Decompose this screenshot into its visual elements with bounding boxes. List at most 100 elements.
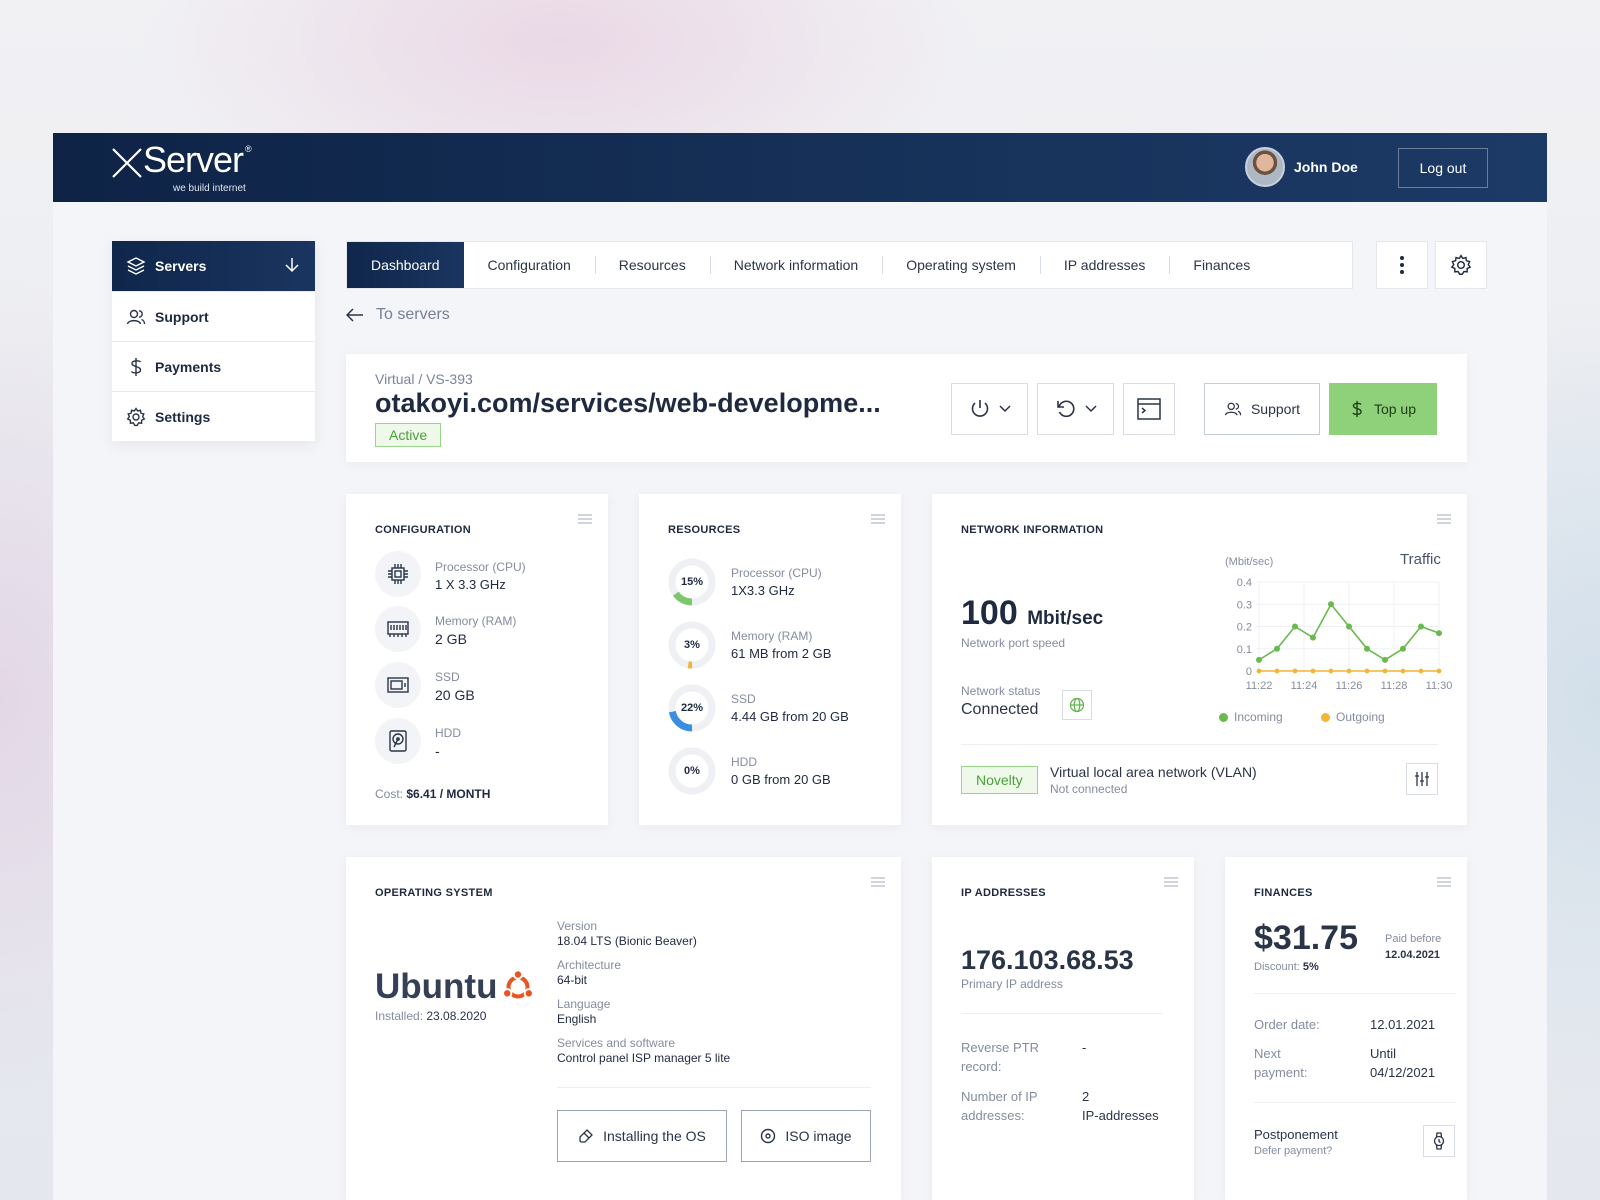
globe-button[interactable] xyxy=(1062,690,1092,720)
card-title: CONFIGURATION xyxy=(375,524,471,536)
menu-icon[interactable] xyxy=(871,877,885,887)
users-icon xyxy=(1224,402,1242,416)
data-point xyxy=(1256,668,1262,674)
finances-card: FINANCES $31.75 Discount: 5% Paid before… xyxy=(1225,857,1467,1200)
data-point xyxy=(1310,634,1316,641)
os-detail-label: Architecture xyxy=(557,958,622,972)
avatar xyxy=(1245,147,1285,187)
data-point xyxy=(1346,668,1352,674)
iso-image-label: ISO image xyxy=(785,1128,852,1144)
arrow-down-icon xyxy=(285,258,299,273)
user-menu[interactable]: John Doe xyxy=(1245,147,1358,187)
install-date-value: 23.08.2020 xyxy=(426,1009,487,1023)
next-payment-value-line: 04/12/2021 xyxy=(1370,1065,1436,1080)
tab-finances[interactable]: Finances xyxy=(1169,242,1274,288)
os-detail-label: Services and software xyxy=(557,1036,676,1050)
power-menu-button[interactable] xyxy=(951,383,1028,435)
y-tick-label: 0.3 xyxy=(1237,599,1252,611)
install-date: Installed: 23.08.2020 xyxy=(375,1009,486,1023)
divider xyxy=(557,1087,871,1088)
menu-icon[interactable] xyxy=(1437,514,1451,524)
menu-icon[interactable] xyxy=(1437,877,1451,887)
card-title: NETWORK INFORMATION xyxy=(961,524,1104,536)
x-tick-label: 11:28 xyxy=(1381,680,1408,692)
tab-configuration[interactable]: Configuration xyxy=(464,242,595,288)
tab-ip-addresses[interactable]: IP addresses xyxy=(1039,242,1169,288)
data-point xyxy=(1310,668,1316,674)
usage-ring: 3% xyxy=(668,621,716,669)
resource-value: 4.44 GB from 20 GB xyxy=(731,709,849,724)
config-item: Processor (CPU) 1 X 3.3 GHz xyxy=(375,551,526,597)
ip-addresses-card: IP ADDRESSES 176.103.68.53 Primary IP ad… xyxy=(932,857,1194,1200)
support-button[interactable]: Support xyxy=(1204,383,1320,435)
restart-menu-button[interactable] xyxy=(1037,383,1114,435)
menu-icon[interactable] xyxy=(578,514,592,524)
users-icon xyxy=(126,307,146,327)
next-payment-value: Until 04/12/2021 xyxy=(1370,1044,1435,1082)
legend-label: Incoming xyxy=(1234,710,1283,724)
data-point xyxy=(1292,668,1298,674)
os-logo: Ubuntu xyxy=(375,967,535,1007)
sidebar-item-servers[interactable]: Servers xyxy=(112,241,315,291)
iso-image-button[interactable]: ISO image xyxy=(741,1110,871,1162)
next-payment-label-line: payment: xyxy=(1254,1065,1308,1080)
next-payment-label: Next payment: xyxy=(1254,1044,1307,1082)
next-payment-label-line: Next xyxy=(1254,1046,1281,1061)
tab-operating-system[interactable]: Operating system xyxy=(882,242,1040,288)
sidebar-item-settings[interactable]: Settings xyxy=(112,391,315,441)
usage-ring: 15% xyxy=(668,558,716,606)
chart-title: Traffic xyxy=(1400,551,1441,568)
sidebar-item-payments[interactable]: Payments xyxy=(112,341,315,391)
legend-dot xyxy=(1321,712,1330,722)
install-date-label: Installed: xyxy=(375,1009,424,1023)
network-status-label: Network status xyxy=(961,684,1041,698)
postponement-button[interactable] xyxy=(1423,1125,1455,1157)
card-title: FINANCES xyxy=(1254,887,1313,899)
order-date-value: 12.01.2021 xyxy=(1370,1017,1436,1032)
tab-network-information[interactable]: Network information xyxy=(709,242,883,288)
status-badge: Active xyxy=(375,423,442,447)
ssd-icon xyxy=(375,662,421,708)
card-title: RESOURCES xyxy=(668,524,741,536)
data-point xyxy=(1382,656,1388,663)
power-icon xyxy=(971,400,988,417)
data-point xyxy=(1382,668,1388,674)
menu-icon[interactable] xyxy=(1164,877,1178,887)
port-speed-unit: Mbit/sec xyxy=(1027,608,1104,629)
top-bar: Server ® we build internet John Doe Log o… xyxy=(53,133,1547,202)
traffic-chart: 0 0.1 0.2 0.3 0.4 11:22 11:24 11:26 11:28 11:30 xyxy=(1237,577,1452,692)
top-up-button[interactable]: Top up xyxy=(1329,383,1437,435)
console-button[interactable] xyxy=(1123,383,1175,435)
menu-icon[interactable] xyxy=(871,514,885,524)
data-point xyxy=(1256,656,1262,663)
ip-count-label-line: addresses: xyxy=(961,1108,1025,1123)
tab-resources[interactable]: Resources xyxy=(594,242,710,288)
sidebar-item-support[interactable]: Support xyxy=(112,291,315,341)
os-detail-label: Language xyxy=(557,997,611,1011)
discount: Discount: 5% xyxy=(1254,961,1319,973)
cpu-icon xyxy=(375,551,421,597)
brand-mark: ® xyxy=(245,144,252,154)
back-link-label: To servers xyxy=(376,306,450,323)
data-point xyxy=(1364,645,1370,652)
vlan-settings-button[interactable] xyxy=(1406,763,1438,795)
server-host: otakoyi.com/services/web-developme... xyxy=(375,388,881,418)
install-os-button[interactable]: Installing the OS xyxy=(557,1110,727,1162)
tab-dashboard[interactable]: Dashboard xyxy=(347,242,464,288)
config-item: SSD 20 GB xyxy=(375,662,475,708)
more-button[interactable] xyxy=(1376,241,1428,289)
data-point xyxy=(1436,630,1442,637)
logout-button[interactable]: Log out xyxy=(1398,148,1488,188)
resource-label: HDD xyxy=(731,755,757,769)
settings-button[interactable] xyxy=(1435,241,1487,289)
discount-label: Discount: xyxy=(1254,961,1300,973)
ip-count-number: 2 xyxy=(1082,1089,1090,1104)
ptr-value: - xyxy=(1082,1040,1087,1055)
resource-item: 22% SSD 4.44 GB from 20 GB xyxy=(668,684,849,732)
divider xyxy=(961,744,1438,745)
server-header-card: Virtual / VS-393 otakoyi.com/services/we… xyxy=(346,354,1467,462)
back-link[interactable]: To servers xyxy=(346,306,450,324)
next-payment-value-line: Until xyxy=(1370,1046,1397,1061)
resource-value: 0 GB from 20 GB xyxy=(731,772,831,787)
postponement-title: Postponement xyxy=(1254,1127,1338,1142)
